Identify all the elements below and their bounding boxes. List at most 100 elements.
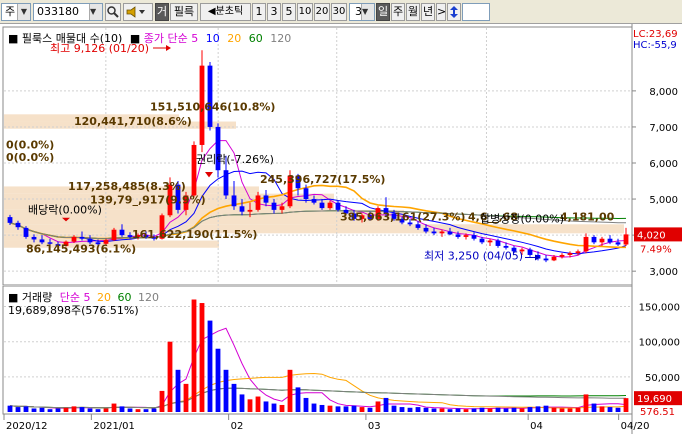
volume-bar — [551, 407, 557, 412]
price-tick-label: 6,000 — [649, 159, 678, 170]
candle-body — [415, 224, 421, 228]
next-button[interactable]: > — [436, 3, 446, 21]
period-year-button[interactable]: 년 — [421, 3, 435, 21]
volume-bar — [607, 407, 613, 412]
price-chart[interactable]: 8,0007,0006,0005,0004,0003,000151,510,64… — [0, 24, 682, 286]
candle-body — [15, 222, 21, 228]
period-value-select[interactable]: 3 ▼ — [349, 3, 375, 21]
volume-bar — [567, 408, 573, 412]
volume-profile-label: 0(0.0%) — [6, 151, 54, 164]
period-label: 3 — [270, 5, 278, 18]
period-30-button[interactable]: 30 — [331, 3, 347, 21]
candle-body — [263, 195, 269, 203]
x-axis-label: 03 — [368, 421, 381, 432]
extra-input[interactable] — [462, 3, 490, 21]
candle-body — [239, 206, 245, 212]
volume-bar — [615, 407, 621, 412]
price-pane: 8,0007,0006,0005,0004,0003,000151,510,64… — [0, 24, 682, 286]
period-label: 5 — [285, 5, 293, 18]
chevron-down-icon: ▼ — [89, 4, 102, 20]
volume-bar — [47, 409, 53, 412]
period-3-button[interactable]: 3 — [267, 3, 281, 21]
candle-body — [439, 231, 445, 234]
up-down-arrow-icon[interactable] — [447, 3, 461, 21]
volume-bar — [431, 408, 437, 412]
candle-body — [471, 235, 477, 239]
x-axis-label: 02 — [231, 421, 244, 432]
volume-bar — [455, 408, 461, 412]
volume-bar — [407, 407, 413, 412]
candle-body — [583, 236, 589, 252]
candle-body — [303, 188, 309, 200]
volume-bar — [87, 408, 93, 412]
next-arrow: > — [437, 5, 447, 18]
chevron-down-icon: ▼ — [361, 4, 374, 20]
period-1-button[interactable]: 1 — [252, 3, 266, 21]
volume-bar — [127, 408, 133, 412]
period-month-button[interactable]: 월 — [406, 3, 420, 21]
period-20-button[interactable]: 20 — [314, 3, 330, 21]
period-5-button[interactable]: 5 — [282, 3, 296, 21]
x-axis-label: 2021/01 — [93, 421, 135, 432]
volume-bar — [31, 408, 37, 412]
current-price-label: 4,020 — [637, 230, 666, 241]
price-tick-label: 5,000 — [649, 195, 678, 206]
market-select[interactable]: 주 ▼ — [1, 3, 31, 21]
price-tick-label: 8,000 — [649, 87, 678, 98]
volume-tick-label: 50,000 — [645, 373, 680, 384]
candle-body — [111, 229, 117, 241]
volume-bar — [487, 408, 493, 412]
candle-body — [559, 254, 565, 257]
stock-code-value: 033180 — [37, 5, 79, 18]
price-tick-label: 3,000 — [649, 267, 678, 278]
volume-bar — [223, 369, 229, 412]
candle-body — [591, 236, 597, 243]
volume-bar — [575, 407, 581, 412]
chevron-down-icon: ▼ — [17, 4, 30, 20]
volume-bar — [103, 408, 109, 412]
magnifier-icon[interactable] — [105, 3, 121, 21]
volume-bar — [591, 403, 597, 412]
volume-bar — [79, 407, 85, 412]
candle-body — [447, 231, 453, 235]
candle-body — [279, 206, 285, 210]
period-day-button[interactable]: 일 — [376, 3, 390, 21]
volume-bar — [359, 407, 365, 412]
volume-bar — [239, 394, 245, 412]
dividend-label: 배당락(0.00%) — [28, 203, 102, 216]
volume-bar — [271, 403, 277, 412]
speaker-icon[interactable] — [123, 3, 153, 21]
volume-profile-label: 161,622,190(11.5%) — [132, 228, 257, 241]
candle-body — [495, 240, 501, 246]
stock-code-input[interactable]: 033180 ▼ — [33, 3, 103, 21]
period-10-button[interactable]: 10 — [297, 3, 313, 21]
volume-bar — [543, 405, 549, 412]
volume-chart[interactable]: 150,000 100,000 50,000 19,690 576.51 2020/12 2… — [0, 285, 682, 434]
volume-bar — [255, 396, 261, 412]
volume-bar — [263, 401, 269, 412]
filter-button[interactable]: 필륵 — [170, 3, 198, 21]
volume-bar — [439, 408, 445, 412]
period-week-button[interactable]: 주 — [391, 3, 405, 21]
candle-body — [247, 209, 253, 212]
candle-body — [463, 235, 469, 237]
candle-body — [527, 249, 533, 255]
period-month-label: 월 — [407, 5, 419, 18]
volume-bar — [319, 404, 325, 412]
volume-bar — [479, 407, 485, 412]
volume-bar — [287, 369, 293, 412]
volume-bar — [119, 406, 125, 412]
period-type-button[interactable]: ◀분초틱 — [200, 3, 251, 21]
volume-bar — [215, 348, 221, 412]
candle-body — [503, 245, 509, 248]
candle-body — [599, 238, 605, 243]
candle-body — [479, 238, 485, 243]
candle-body — [327, 202, 333, 209]
candle-body — [255, 195, 261, 210]
candle-body — [231, 195, 237, 207]
volume-profile-label: 4,181,00 — [560, 211, 615, 224]
volume-bar — [383, 397, 389, 412]
current-volume-change: 576.51 — [640, 407, 675, 418]
trade-button[interactable]: 거 — [155, 3, 169, 21]
period-type-label: 분초틱 — [215, 6, 244, 17]
